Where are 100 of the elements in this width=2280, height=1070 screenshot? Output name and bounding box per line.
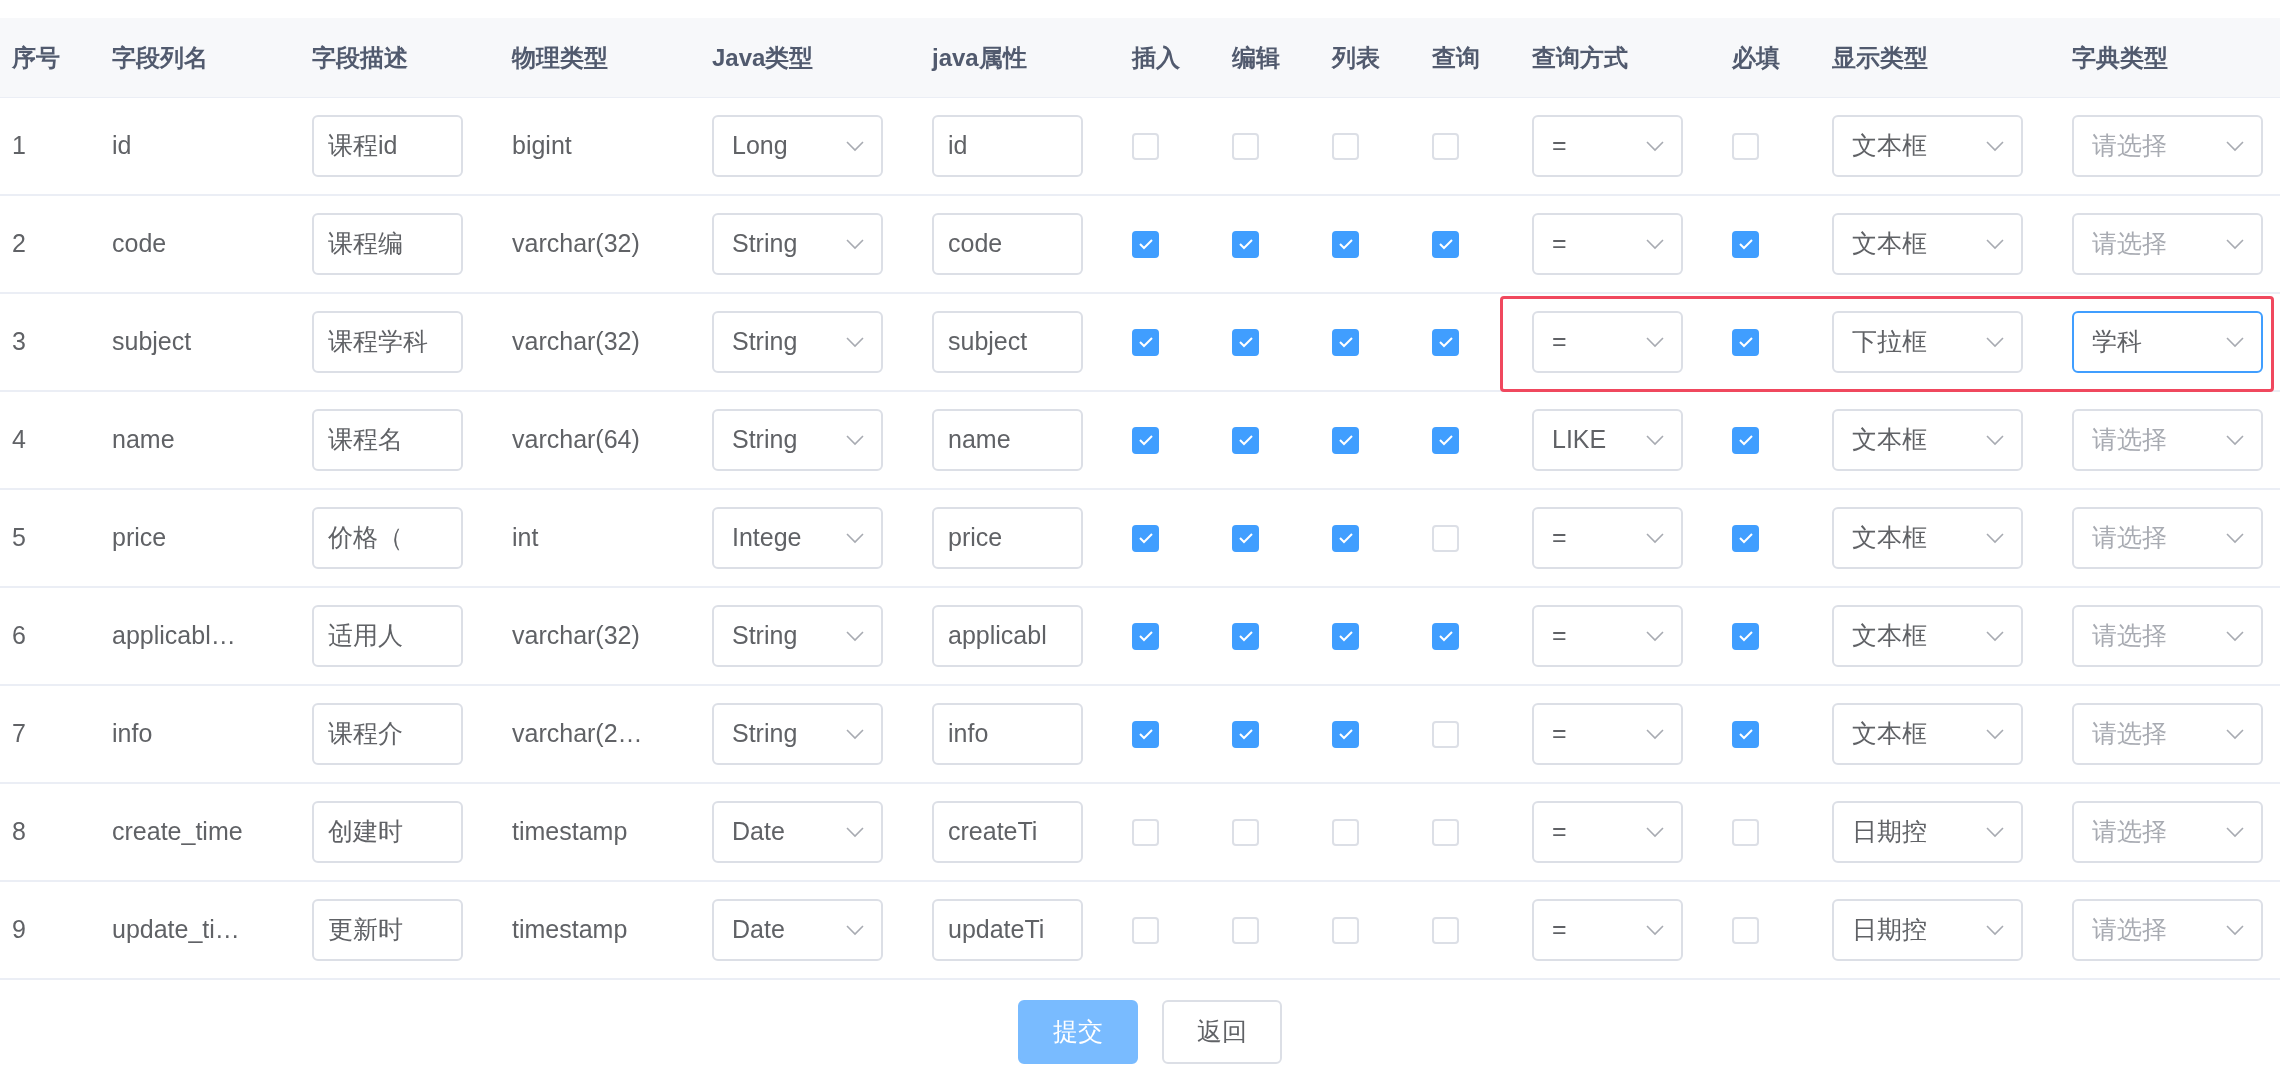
checkbox[interactable] [1332, 426, 1359, 454]
text-field[interactable]: createTi [932, 801, 1083, 863]
dropdown-select[interactable]: = [1532, 311, 1683, 373]
dropdown-select[interactable]: = [1532, 213, 1683, 275]
text-field[interactable]: id [932, 115, 1083, 177]
dropdown-select[interactable]: LIKE [1532, 409, 1683, 471]
dropdown-select[interactable]: 文本框 [1832, 507, 2023, 569]
text-field[interactable]: 适用人 [312, 605, 463, 667]
dropdown-select[interactable]: String [712, 311, 883, 373]
checkbox[interactable] [1132, 328, 1159, 356]
checkbox[interactable] [1732, 328, 1759, 356]
back-button[interactable]: 返回 [1162, 1000, 1282, 1064]
dropdown-select[interactable]: = [1532, 507, 1683, 569]
checkbox[interactable] [1232, 328, 1259, 356]
checkbox[interactable] [1232, 524, 1259, 552]
checkbox[interactable] [1232, 230, 1259, 258]
dropdown-select[interactable]: 日期控 [1832, 899, 2023, 961]
table-cell-text: varchar(32) [512, 326, 640, 358]
checkbox[interactable] [1432, 426, 1459, 454]
chevron-down-icon [1645, 728, 1665, 740]
checkmark-icon [1737, 532, 1754, 544]
dropdown-select[interactable]: 文本框 [1832, 409, 2023, 471]
checkbox[interactable] [1732, 720, 1759, 748]
checkbox[interactable] [1332, 720, 1359, 748]
checkbox[interactable] [1732, 622, 1759, 650]
checkmark-icon [1337, 532, 1354, 544]
checkbox[interactable] [1732, 524, 1759, 552]
text-field[interactable]: 课程编 [312, 213, 463, 275]
dropdown-select[interactable]: Long [712, 115, 883, 177]
text-field[interactable]: 课程名 [312, 409, 463, 471]
text-field[interactable]: name [932, 409, 1083, 471]
checkbox[interactable] [1332, 524, 1359, 552]
checkmark-icon [1237, 630, 1254, 642]
checkbox[interactable] [1232, 622, 1259, 650]
dropdown-select[interactable]: Intege [712, 507, 883, 569]
checkbox[interactable] [1232, 720, 1259, 748]
text-field[interactable]: updateTi [932, 899, 1083, 961]
row-number: 5 [12, 522, 26, 554]
checkbox[interactable] [1332, 328, 1359, 356]
checkmark-icon [1437, 336, 1454, 348]
dropdown-select[interactable]: 下拉框 [1832, 311, 2023, 373]
dropdown-select[interactable]: 日期控 [1832, 801, 2023, 863]
chevron-down-icon [2225, 728, 2245, 740]
dropdown-select[interactable]: = [1532, 703, 1683, 765]
row-number: 1 [12, 130, 26, 162]
checkbox[interactable] [1132, 426, 1159, 454]
dropdown-select[interactable]: 学科 [2072, 311, 2263, 373]
checkbox[interactable] [1132, 524, 1159, 552]
text-field[interactable]: code [932, 213, 1083, 275]
dropdown-select[interactable]: Date [712, 801, 883, 863]
text-field[interactable]: 价格（ [312, 507, 463, 569]
checkmark-icon [1737, 630, 1754, 642]
dropdown-select[interactable]: Date [712, 899, 883, 961]
text-field[interactable]: price [932, 507, 1083, 569]
text-field[interactable]: 更新时 [312, 899, 463, 961]
checkmark-icon [1337, 728, 1354, 740]
checkbox[interactable] [1432, 622, 1459, 650]
checkbox[interactable] [1232, 426, 1259, 454]
row-number: 8 [12, 816, 26, 848]
dropdown-select[interactable]: 文本框 [1832, 703, 2023, 765]
checkbox[interactable] [1732, 230, 1759, 258]
dropdown-select[interactable]: String [712, 703, 883, 765]
dropdown-select[interactable]: String [712, 409, 883, 471]
text-field[interactable]: info [932, 703, 1083, 765]
text-field[interactable]: 课程id [312, 115, 463, 177]
chevron-down-icon [1645, 826, 1665, 838]
dropdown-select[interactable]: String [712, 213, 883, 275]
dropdown-select[interactable]: = [1532, 801, 1683, 863]
checkbox[interactable] [1132, 230, 1159, 258]
text-field[interactable]: 课程学科 [312, 311, 463, 373]
column-header: 编辑 [1232, 43, 1280, 71]
column-header: 查询方式 [1532, 43, 1628, 71]
dropdown-select[interactable]: = [1532, 899, 1683, 961]
dropdown-select[interactable]: = [1532, 115, 1683, 177]
table-cell-text: bigint [512, 130, 572, 162]
checkbox[interactable] [1432, 230, 1459, 258]
row-number: 4 [12, 424, 26, 456]
text-field[interactable]: 课程介 [312, 703, 463, 765]
checkbox[interactable] [1132, 622, 1159, 650]
checkbox[interactable] [1432, 328, 1459, 356]
table-cell-text: applicabl… [112, 620, 236, 652]
dropdown-select[interactable]: = [1532, 605, 1683, 667]
dropdown-select[interactable]: 文本框 [1832, 605, 2023, 667]
chevron-down-icon [845, 336, 865, 348]
text-field[interactable]: 创建时 [312, 801, 463, 863]
dropdown-select[interactable]: 文本框 [1832, 213, 2023, 275]
chevron-down-icon [1645, 532, 1665, 544]
checkmark-icon [1737, 728, 1754, 740]
dropdown-select[interactable]: String [712, 605, 883, 667]
text-field[interactable]: applicabl [932, 605, 1083, 667]
row-number: 2 [12, 228, 26, 260]
checkbox[interactable] [1732, 426, 1759, 454]
table-cell-text: info [112, 718, 153, 750]
chevron-down-icon [845, 434, 865, 446]
dropdown-select[interactable]: 文本框 [1832, 115, 2023, 177]
text-field[interactable]: subject [932, 311, 1083, 373]
checkbox[interactable] [1332, 230, 1359, 258]
checkbox[interactable] [1132, 720, 1159, 748]
checkbox[interactable] [1332, 622, 1359, 650]
checkmark-icon [1237, 728, 1254, 740]
